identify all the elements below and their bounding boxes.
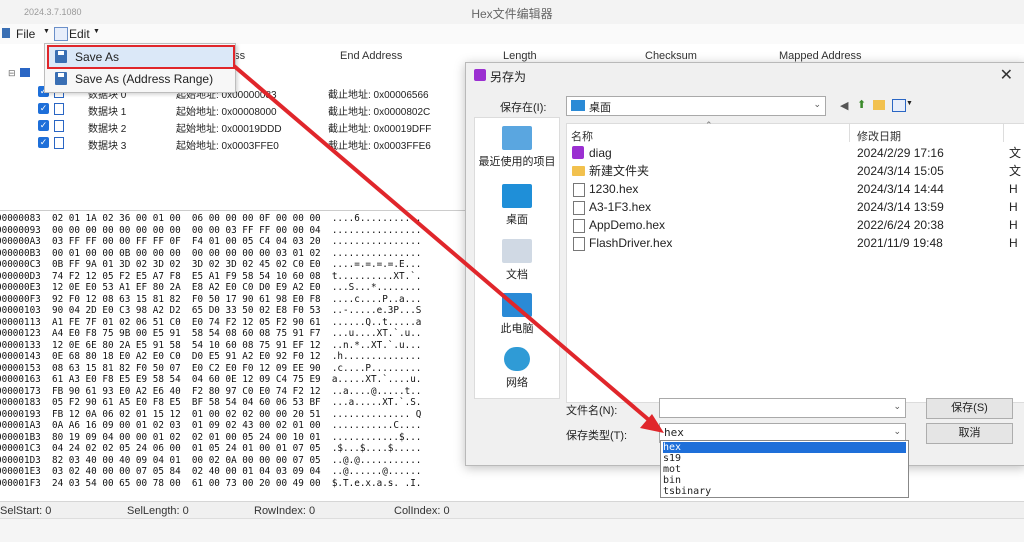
arrow-line: [232, 64, 658, 428]
annotation-arrow: [232, 64, 664, 433]
